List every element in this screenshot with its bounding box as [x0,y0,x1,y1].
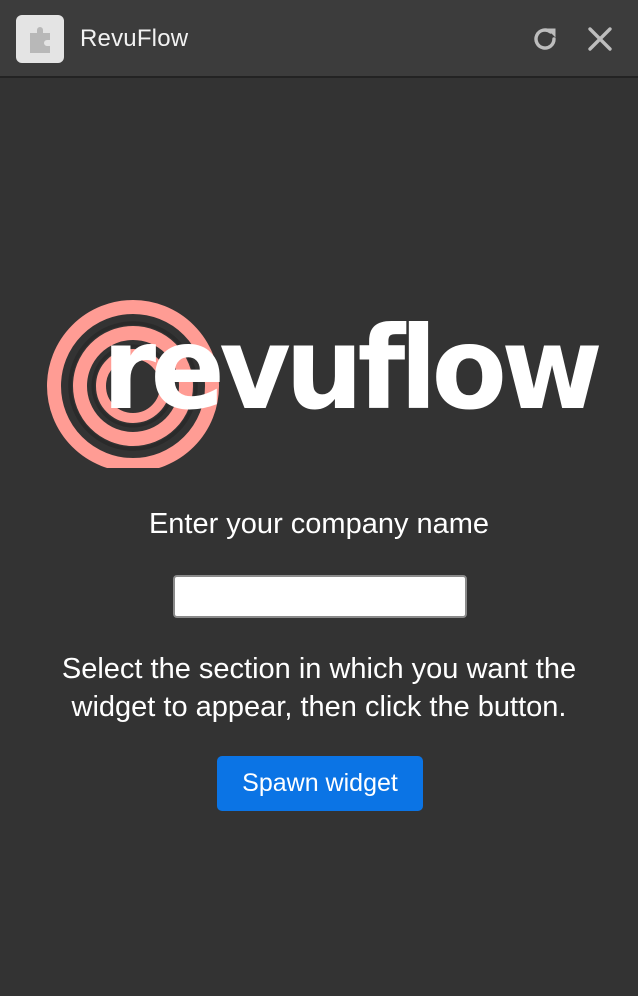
reload-icon [534,28,556,50]
reload-button[interactable] [527,21,563,57]
title-bar: RevuFlow [0,0,638,78]
puzzle-piece-icon [16,15,64,63]
window-title: RevuFlow [80,25,189,52]
extension-window: RevuFlow revuflow Enter your company nam… [0,0,638,996]
instructions-text: Select the section in which you want the… [61,653,577,723]
spawn-widget-button[interactable]: Spawn widget [217,756,423,811]
revuflow-logo: revuflow [47,300,606,468]
company-name-input[interactable] [173,575,467,618]
company-name-label: Enter your company name [148,508,490,540]
close-button[interactable] [582,21,618,57]
close-icon [588,27,612,51]
logo-wordmark: revuflow [102,302,600,435]
